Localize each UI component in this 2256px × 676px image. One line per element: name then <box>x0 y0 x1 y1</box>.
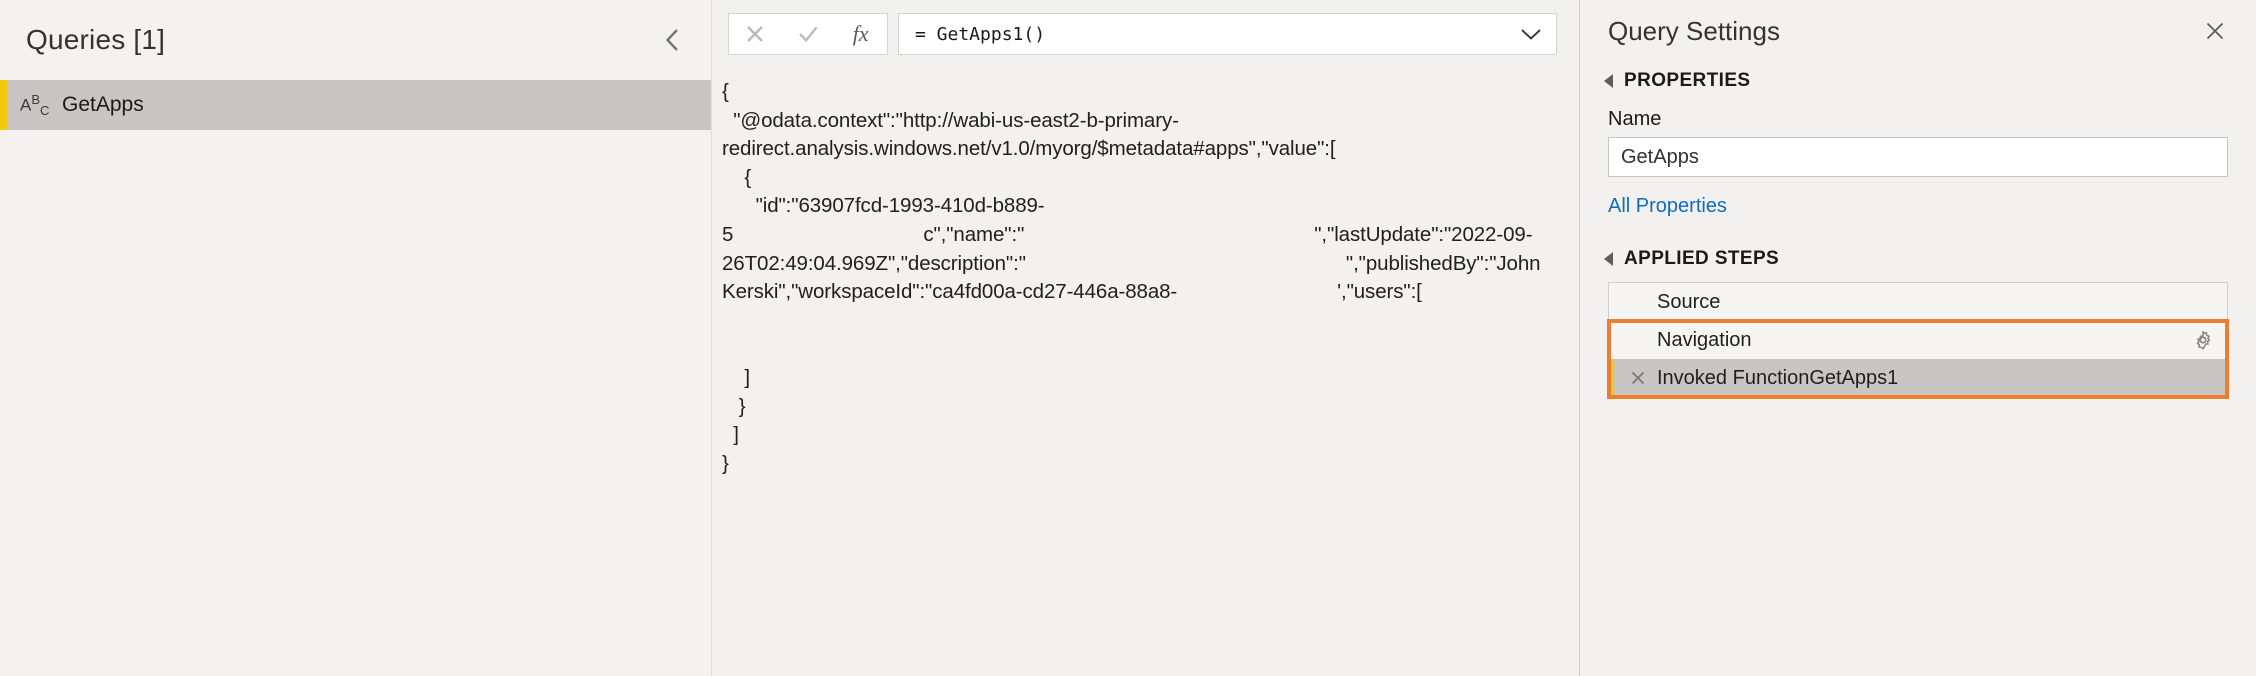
json-text-fragment: ","lastUpdate":"2022-09- <box>1314 222 1533 246</box>
json-preview-line: redirect.analysis.windows.net/v1.0/myorg… <box>722 135 1559 164</box>
step-settings-gear-button[interactable] <box>2193 330 2213 350</box>
preview-pane: fx = GetApps1() { "@odata.context":"http… <box>712 0 1580 676</box>
json-preview-line: } <box>722 393 1559 422</box>
json-text-fragment: ',"users":[ <box>1337 280 1422 304</box>
accept-formula-button[interactable] <box>786 14 830 54</box>
applied-step-label: Navigation <box>1657 328 1752 351</box>
name-field-label: Name <box>1608 108 1662 130</box>
properties-section-label: PROPERTIES <box>1624 70 1751 91</box>
query-name-input[interactable]: GetApps <box>1608 137 2228 177</box>
formula-bar: fx = GetApps1() <box>712 0 1579 68</box>
json-text-fragment: ] <box>722 423 739 447</box>
applied-step-label: Invoked FunctionGetApps1 <box>1657 366 1899 389</box>
json-text-fragment: 26T02:49:04.969Z","description":" <box>722 251 1026 275</box>
formula-bar-buttons: fx <box>728 13 888 55</box>
chevron-left-icon <box>665 29 678 51</box>
json-preview-line: } <box>722 450 1559 479</box>
redacted-value <box>1025 253 1346 274</box>
query-settings-pane: Query Settings PROPERTIES Name GetApps A… <box>1580 0 2256 676</box>
json-text-fragment: } <box>722 451 729 475</box>
json-text-fragment: ] <box>722 365 750 389</box>
json-text-fragment: "id":"63907fcd-1993-410d-b889- <box>722 194 1045 218</box>
applied-step-label: Source <box>1657 290 1721 313</box>
applied-steps-section-header[interactable]: APPLIED STEPS <box>1580 240 2256 274</box>
applied-step-row[interactable]: Navigation <box>1609 321 2227 359</box>
close-query-settings-button[interactable] <box>2198 14 2232 48</box>
json-preview-line: { <box>722 78 1559 107</box>
json-preview-line: { <box>722 164 1559 193</box>
json-text-fragment: redirect.analysis.windows.net/v1.0/myorg… <box>722 137 1336 161</box>
query-list-item-getapps[interactable]: ABC GetApps <box>0 80 711 130</box>
checkmark-icon <box>799 26 818 43</box>
redacted-value <box>1177 282 1338 303</box>
json-preview-line <box>722 335 1559 364</box>
gear-icon <box>2196 330 2211 350</box>
json-text-fragment: Kerski","workspaceId":"ca4fd00a-cd27-446… <box>722 280 1178 304</box>
fx-icon: fx <box>852 21 869 46</box>
insert-step-button[interactable]: fx <box>839 14 883 54</box>
json-preview-line <box>722 307 1559 336</box>
chevron-down-icon <box>1521 29 1541 40</box>
json-preview-line: 5 c","name":" ","lastUpdate":"2022-09- <box>722 221 1559 250</box>
abc-text-type-icon: ABC <box>20 91 50 119</box>
formula-expand-button[interactable] <box>1512 27 1542 41</box>
query-settings-title: Query Settings <box>1608 15 1780 46</box>
json-preview-line: ] <box>722 421 1559 450</box>
redacted-value <box>1024 224 1315 245</box>
queries-pane-header: Queries [1] <box>0 0 711 80</box>
applied-step-row[interactable]: Invoked FunctionGetApps1 <box>1609 359 2227 397</box>
redacted-value <box>733 224 924 245</box>
abc-icon-c: C <box>40 103 50 119</box>
json-text-fragment: c","name":" <box>923 222 1025 246</box>
collapse-triangle-icon <box>1604 74 1613 88</box>
applied-steps-section-label: APPLIED STEPS <box>1624 248 1780 269</box>
close-x-icon <box>747 26 764 42</box>
json-preview-line: Kerski","workspaceId":"ca4fd00a-cd27-446… <box>722 278 1559 307</box>
query-list-item-label: GetApps <box>62 93 144 116</box>
formula-input[interactable]: = GetApps1() <box>898 13 1557 55</box>
collapse-triangle-icon <box>1604 252 1613 266</box>
json-preview-text: { "@odata.context":"http://wabi-us-east2… <box>712 68 1579 478</box>
delete-step-button[interactable] <box>1627 369 1649 387</box>
all-properties-link[interactable]: All Properties <box>1580 177 1727 226</box>
queries-pane-title: Queries [1] <box>26 24 166 55</box>
json-text-fragment: { <box>722 80 729 103</box>
properties-section-header[interactable]: PROPERTIES <box>1580 62 2256 96</box>
cancel-formula-button[interactable] <box>733 14 777 54</box>
query-settings-header: Query Settings <box>1580 0 2256 62</box>
json-preview-line: 26T02:49:04.969Z","description":" ","publ… <box>722 250 1559 279</box>
close-x-icon <box>2206 22 2224 40</box>
close-x-icon <box>1631 371 1645 385</box>
formula-text: = GetApps1() <box>915 23 1046 45</box>
json-preview-line: "@odata.context":"http://wabi-us-east2-b… <box>722 107 1559 136</box>
abc-icon-b: B <box>31 91 41 107</box>
json-text-fragment: ","publishedBy":"John <box>1345 251 1541 275</box>
applied-step-row[interactable]: Source <box>1609 283 2227 321</box>
json-text-fragment: { <box>722 165 752 189</box>
collapse-queries-pane-button[interactable] <box>655 23 689 57</box>
json-text-fragment: 5 <box>722 222 734 246</box>
json-preview-line: ] <box>722 364 1559 393</box>
power-query-editor: Queries [1] ABC GetApps fx = GetApps1() … <box>0 0 2256 676</box>
applied-steps-list: Source Navigation Invoked FunctionGetApps1 <box>1607 282 2229 399</box>
json-text-fragment: "@odata.context":"http://wabi-us-east2-b… <box>722 108 1179 132</box>
json-text-fragment: } <box>722 394 746 418</box>
json-preview-line: "id":"63907fcd-1993-410d-b889- <box>722 192 1559 221</box>
queries-pane: Queries [1] ABC GetApps <box>0 0 712 676</box>
